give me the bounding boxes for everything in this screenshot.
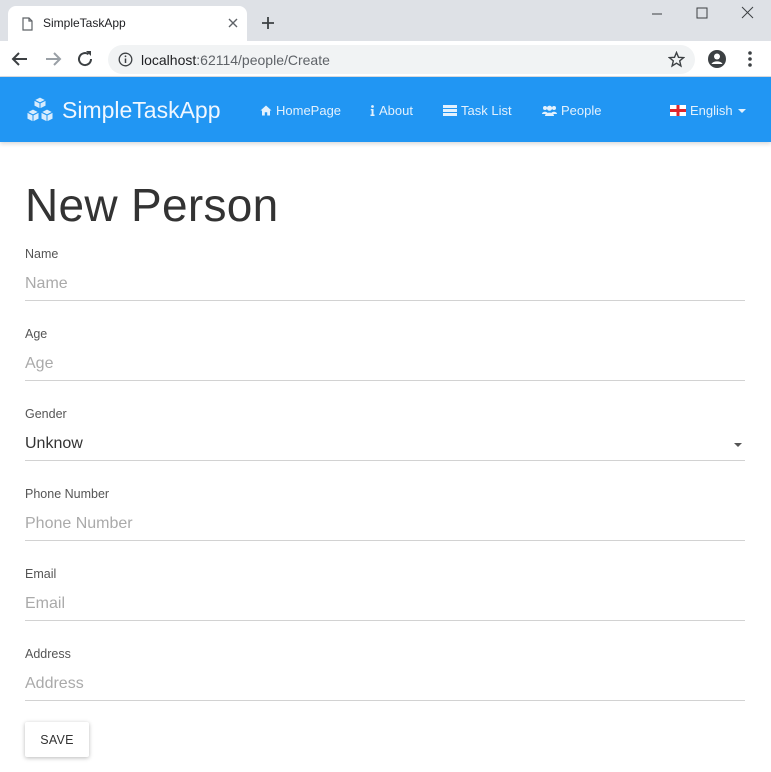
minimize-icon[interactable]	[642, 4, 672, 24]
nav-item-task-list[interactable]: Task List	[443, 103, 512, 118]
age-underline	[25, 380, 745, 381]
maximize-icon[interactable]	[687, 4, 717, 24]
browser-tab-strip: SimpleTaskApp	[0, 0, 771, 41]
home-icon	[260, 105, 272, 116]
language-label: English	[690, 103, 733, 118]
gender-select[interactable]: Unknow	[25, 429, 745, 459]
email-input[interactable]	[25, 589, 745, 619]
nav-item-label: People	[561, 103, 602, 118]
email-label: Email	[25, 567, 57, 581]
save-button[interactable]: SAVE	[25, 722, 89, 757]
phone-field-group: Phone Number	[25, 487, 745, 561]
bookmark-star-icon[interactable]	[668, 51, 685, 68]
phone-number-label: Phone Number	[25, 487, 110, 501]
browser-tab[interactable]: SimpleTaskApp	[8, 6, 247, 41]
email-field-group: Email	[25, 567, 745, 641]
name-label: Name	[25, 247, 59, 261]
nav-item-about[interactable]: About	[370, 103, 413, 118]
age-input[interactable]	[25, 349, 745, 379]
nav-item-homepage[interactable]: HomePage	[260, 103, 341, 118]
address-field-group: Address	[25, 647, 745, 721]
email-underline	[25, 620, 745, 621]
address-label: Address	[25, 647, 71, 661]
caret-down-icon	[737, 108, 746, 113]
nav-item-label: Task List	[461, 103, 512, 118]
address-underline	[25, 700, 745, 701]
age-label: Age	[25, 327, 48, 341]
name-underline	[25, 300, 745, 301]
age-field-group: Age	[25, 327, 745, 401]
brand-link[interactable]: SimpleTaskApp	[25, 96, 221, 124]
name-field-group: Name	[25, 247, 745, 321]
nav-item-label: About	[379, 103, 413, 118]
app-navbar: SimpleTaskApp HomePage About Task List P…	[0, 77, 771, 142]
users-icon	[542, 105, 557, 116]
caret-down-icon[interactable]	[734, 443, 742, 447]
url-path: :62114/people/Create	[196, 52, 330, 68]
url-text: localhost:62114/people/Create	[141, 52, 330, 68]
url-host: localhost	[141, 52, 197, 68]
phone-underline	[25, 540, 745, 541]
gender-field-group: Gender Unknow	[25, 407, 745, 481]
reload-icon[interactable]	[75, 49, 95, 69]
page-title: New Person	[25, 179, 279, 231]
tab-title: SimpleTaskApp	[43, 16, 126, 30]
new-tab-icon[interactable]	[259, 14, 277, 32]
browser-toolbar: localhost:62114/people/Create	[0, 41, 771, 77]
gender-label: Gender	[25, 407, 67, 421]
brand-name: SimpleTaskApp	[62, 96, 221, 123]
england-flag-icon	[670, 105, 686, 116]
menu-dots-icon[interactable]	[740, 49, 760, 69]
close-tab-icon[interactable]	[225, 15, 241, 31]
account-icon[interactable]	[707, 49, 727, 69]
forward-arrow-icon[interactable]	[43, 49, 63, 69]
list-icon	[443, 105, 457, 116]
gender-underline	[25, 460, 745, 461]
back-arrow-icon[interactable]	[10, 49, 30, 69]
cubes-icon	[25, 96, 55, 123]
nav-item-people[interactable]: People	[542, 103, 601, 118]
address-bar[interactable]: localhost:62114/people/Create	[108, 45, 695, 74]
info-icon	[370, 105, 375, 116]
language-dropdown[interactable]: English	[670, 103, 746, 118]
name-input[interactable]	[25, 269, 745, 299]
phone-number-input[interactable]	[25, 509, 745, 539]
address-input[interactable]	[25, 669, 745, 699]
document-icon	[22, 17, 33, 31]
close-window-icon[interactable]	[733, 4, 763, 24]
nav-item-label: HomePage	[276, 103, 342, 118]
info-icon[interactable]	[118, 52, 133, 67]
